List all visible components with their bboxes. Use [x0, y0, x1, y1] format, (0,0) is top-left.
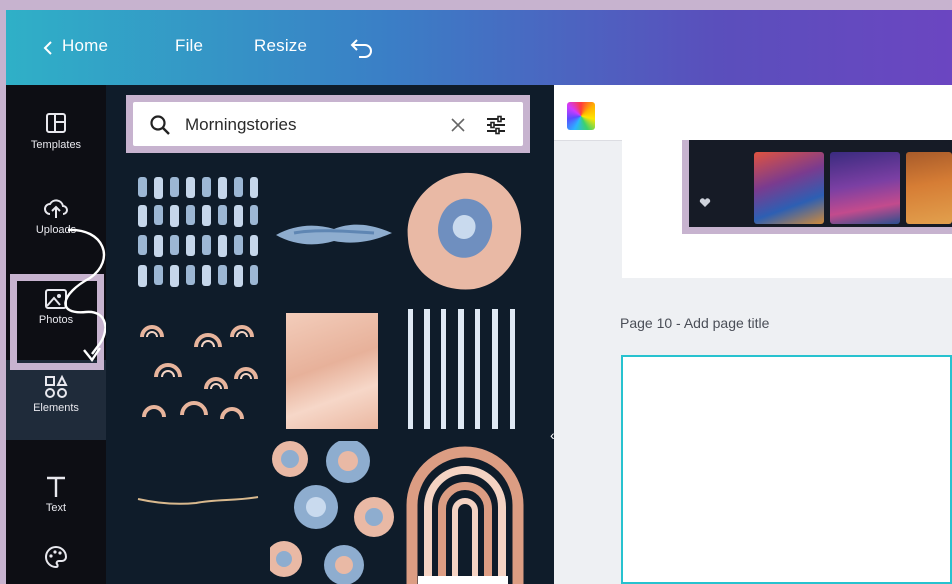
elements-panel: Morningstories — [106, 85, 554, 584]
canvas-toolbar — [554, 85, 952, 141]
rail-label-elements: Elements — [33, 402, 79, 414]
color-picker-icon[interactable] — [567, 102, 595, 130]
element-peach-watercolor-texture[interactable] — [286, 313, 378, 429]
rail-item-elements[interactable]: Elements — [6, 360, 106, 440]
filter-icon[interactable] — [485, 114, 507, 136]
gradient-thumbnail-3[interactable] — [906, 152, 952, 224]
chevron-left-icon[interactable] — [42, 40, 54, 56]
clear-search-icon[interactable] — [449, 116, 467, 134]
element-watercolor-flower[interactable] — [404, 169, 524, 293]
design-canvas-area: Page 10 - Add page title — [554, 85, 952, 584]
app-window: Home File Resize Templates Uploads Photo… — [6, 10, 952, 584]
rail-item-styles[interactable] — [6, 530, 106, 584]
element-blue-brush-strokes[interactable] — [136, 175, 260, 299]
file-menu[interactable]: File — [175, 36, 203, 56]
resize-menu[interactable]: Resize — [254, 36, 307, 56]
undo-icon[interactable] — [349, 36, 375, 58]
element-pink-rainbows[interactable] — [136, 307, 260, 431]
search-input[interactable]: Morningstories — [185, 115, 297, 135]
upload-cloud-icon — [44, 199, 68, 218]
palette-icon — [45, 545, 68, 569]
home-button[interactable]: Home — [62, 36, 108, 56]
element-gold-brush-line[interactable] — [136, 485, 260, 515]
rail-label-templates: Templates — [30, 139, 82, 151]
heart-icon — [699, 198, 711, 207]
text-icon — [47, 476, 65, 497]
rail-item-templates[interactable]: Templates — [6, 97, 106, 177]
gradient-thumbnail-2[interactable] — [830, 152, 900, 224]
search-icon — [150, 115, 170, 135]
element-flower-pattern[interactable] — [270, 441, 394, 584]
page-title[interactable]: Page 10 - Add page title — [620, 315, 769, 331]
design-page[interactable] — [621, 355, 952, 584]
rail-item-text[interactable]: Text — [6, 460, 106, 540]
rail-label-text: Text — [45, 502, 67, 514]
templates-icon — [46, 113, 66, 133]
search-box[interactable]: Morningstories — [133, 102, 523, 146]
gradient-thumbnail-1[interactable] — [754, 152, 824, 224]
search-highlight-frame: Morningstories — [126, 95, 530, 153]
element-blue-watercolor-stroke[interactable] — [274, 215, 394, 255]
element-big-rainbow[interactable] — [406, 443, 524, 584]
scroll-indicator — [418, 576, 508, 584]
top-bar: Home File Resize — [6, 10, 952, 85]
elements-icon — [45, 374, 68, 398]
element-white-stripes[interactable] — [404, 307, 524, 431]
